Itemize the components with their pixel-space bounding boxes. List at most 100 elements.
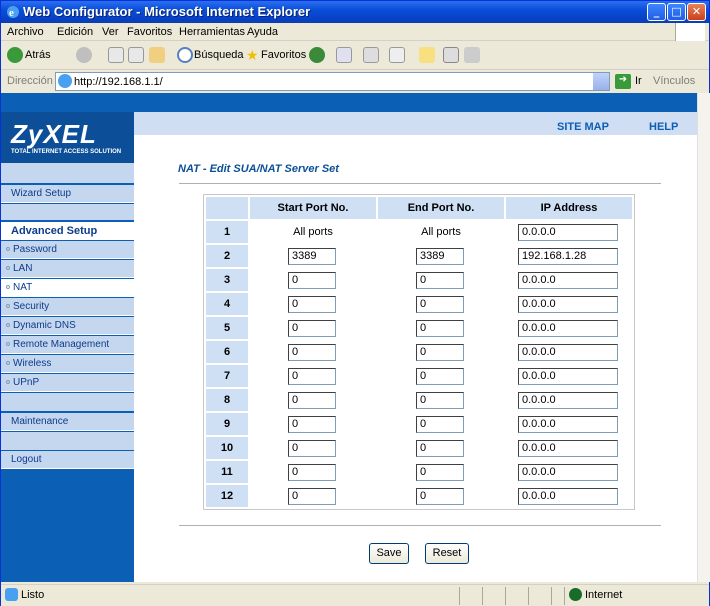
nav-security[interactable]: Security <box>1 298 134 316</box>
nav-lan[interactable]: LAN <box>1 260 134 278</box>
ip-address-input[interactable] <box>518 223 618 241</box>
ip-address-input[interactable] <box>518 271 618 289</box>
address-url: http://192.168.1.1/ <box>74 76 163 88</box>
search-button[interactable]: Búsqueda <box>194 49 244 61</box>
discuss-icon[interactable] <box>443 47 459 63</box>
end-port-input[interactable] <box>416 391 464 409</box>
start-port-input[interactable] <box>288 487 336 505</box>
refresh-icon[interactable] <box>128 47 144 63</box>
ip-address-input[interactable] <box>518 439 618 457</box>
links-button[interactable]: Vínculos <box>653 75 695 87</box>
favorites-button[interactable]: Favoritos <box>261 49 306 61</box>
start-port-input[interactable] <box>288 367 336 385</box>
help-link[interactable]: HELP <box>649 121 678 133</box>
cell-end-port <box>378 461 504 483</box>
start-port-input[interactable] <box>288 343 336 361</box>
internet-zone-icon <box>569 588 582 601</box>
mail-icon[interactable] <box>336 47 352 63</box>
ip-address-input[interactable] <box>518 415 618 433</box>
menu-ayuda[interactable]: Ayuda <box>247 26 278 38</box>
ip-address-input[interactable] <box>518 247 618 265</box>
nav-logout[interactable]: Logout <box>1 451 134 469</box>
row-number: 12 <box>206 485 248 507</box>
nav-spacer <box>1 163 134 183</box>
bullet-icon <box>6 323 10 327</box>
ip-address-input[interactable] <box>518 463 618 481</box>
ip-address-input[interactable] <box>518 343 618 361</box>
table-row: 6 <box>206 341 632 363</box>
nav-label: Maintenance <box>11 416 69 427</box>
nav-wireless[interactable]: Wireless <box>1 355 134 373</box>
ip-address-input[interactable] <box>518 295 618 313</box>
save-button[interactable]: Save <box>369 543 409 564</box>
search-icon[interactable] <box>177 47 193 63</box>
maximize-button[interactable]: □ <box>667 3 686 21</box>
start-port-input[interactable] <box>288 319 336 337</box>
end-port-input[interactable] <box>416 247 464 265</box>
nav-upnp[interactable]: UPnP <box>1 374 134 392</box>
site-map-link[interactable]: SITE MAP <box>557 121 609 133</box>
end-port-input[interactable] <box>416 319 464 337</box>
start-port-input[interactable] <box>288 415 336 433</box>
start-port-input[interactable] <box>288 271 336 289</box>
back-button[interactable]: Atrás <box>25 49 51 61</box>
home-icon[interactable] <box>149 47 165 63</box>
ip-address-input[interactable] <box>518 487 618 505</box>
end-port-input[interactable] <box>416 415 464 433</box>
nav-remote-management[interactable]: Remote Management <box>1 336 134 354</box>
menu-ver[interactable]: Ver <box>102 26 119 38</box>
cell-end-port <box>378 365 504 387</box>
table-row: 3 <box>206 269 632 291</box>
end-port-input[interactable] <box>416 343 464 361</box>
table-header-row: Start Port No. End Port No. IP Address <box>206 197 632 219</box>
edit-icon[interactable] <box>389 47 405 63</box>
ip-address-input[interactable] <box>518 319 618 337</box>
nav-password[interactable]: Password <box>1 241 134 259</box>
close-button[interactable]: ✕ <box>687 3 706 21</box>
page-icon <box>58 74 72 88</box>
end-port-input[interactable] <box>416 295 464 313</box>
start-port-input[interactable] <box>288 439 336 457</box>
start-port-input[interactable] <box>288 463 336 481</box>
end-port-input[interactable] <box>416 439 464 457</box>
address-dropdown-button[interactable] <box>593 73 609 90</box>
start-port-input[interactable] <box>288 391 336 409</box>
messenger-icon[interactable] <box>464 47 480 63</box>
cell-start-port <box>250 245 376 267</box>
go-arrow-icon[interactable]: ➜ <box>615 74 631 89</box>
menu-archivo[interactable]: Archivo <box>7 26 44 38</box>
folder-icon[interactable] <box>419 47 435 63</box>
menu-edicion[interactable]: Edición <box>57 26 93 38</box>
end-port-input[interactable] <box>416 367 464 385</box>
back-arrow-icon[interactable] <box>7 47 23 63</box>
forward-arrow-icon[interactable] <box>76 47 92 63</box>
print-icon[interactable] <box>363 47 379 63</box>
favorites-star-icon[interactable]: ★ <box>246 47 262 63</box>
status-divider <box>459 587 460 605</box>
row-number: 3 <box>206 269 248 291</box>
nav-maintenance[interactable]: Maintenance <box>1 413 134 431</box>
address-input[interactable]: http://192.168.1.1/ <box>55 72 610 91</box>
ip-address-input[interactable] <box>518 367 618 385</box>
nav-advanced-setup[interactable]: Advanced Setup <box>1 222 134 240</box>
go-button[interactable]: Ir <box>635 75 642 87</box>
menu-herramientas[interactable]: Herramientas <box>179 26 245 38</box>
vertical-scrollbar[interactable] <box>697 93 710 582</box>
end-port-input[interactable] <box>416 271 464 289</box>
stop-icon[interactable] <box>108 47 124 63</box>
reset-button[interactable]: Reset <box>425 543 469 564</box>
menu-favoritos[interactable]: Favoritos <box>127 26 172 38</box>
nav-dynamic-dns[interactable]: Dynamic DNS <box>1 317 134 335</box>
start-port-input[interactable] <box>288 247 336 265</box>
minimize-button[interactable]: _ <box>647 3 666 21</box>
end-port-input[interactable] <box>416 487 464 505</box>
bullet-icon <box>6 380 10 384</box>
logo-text: ZyXEL <box>11 119 97 149</box>
end-port-input[interactable] <box>416 463 464 481</box>
history-icon[interactable] <box>309 47 325 63</box>
ip-address-input[interactable] <box>518 391 618 409</box>
nav-nat[interactable]: NAT <box>1 279 134 297</box>
nav-spacer <box>1 432 134 450</box>
nav-wizard-setup[interactable]: Wizard Setup <box>1 185 134 203</box>
start-port-input[interactable] <box>288 295 336 313</box>
